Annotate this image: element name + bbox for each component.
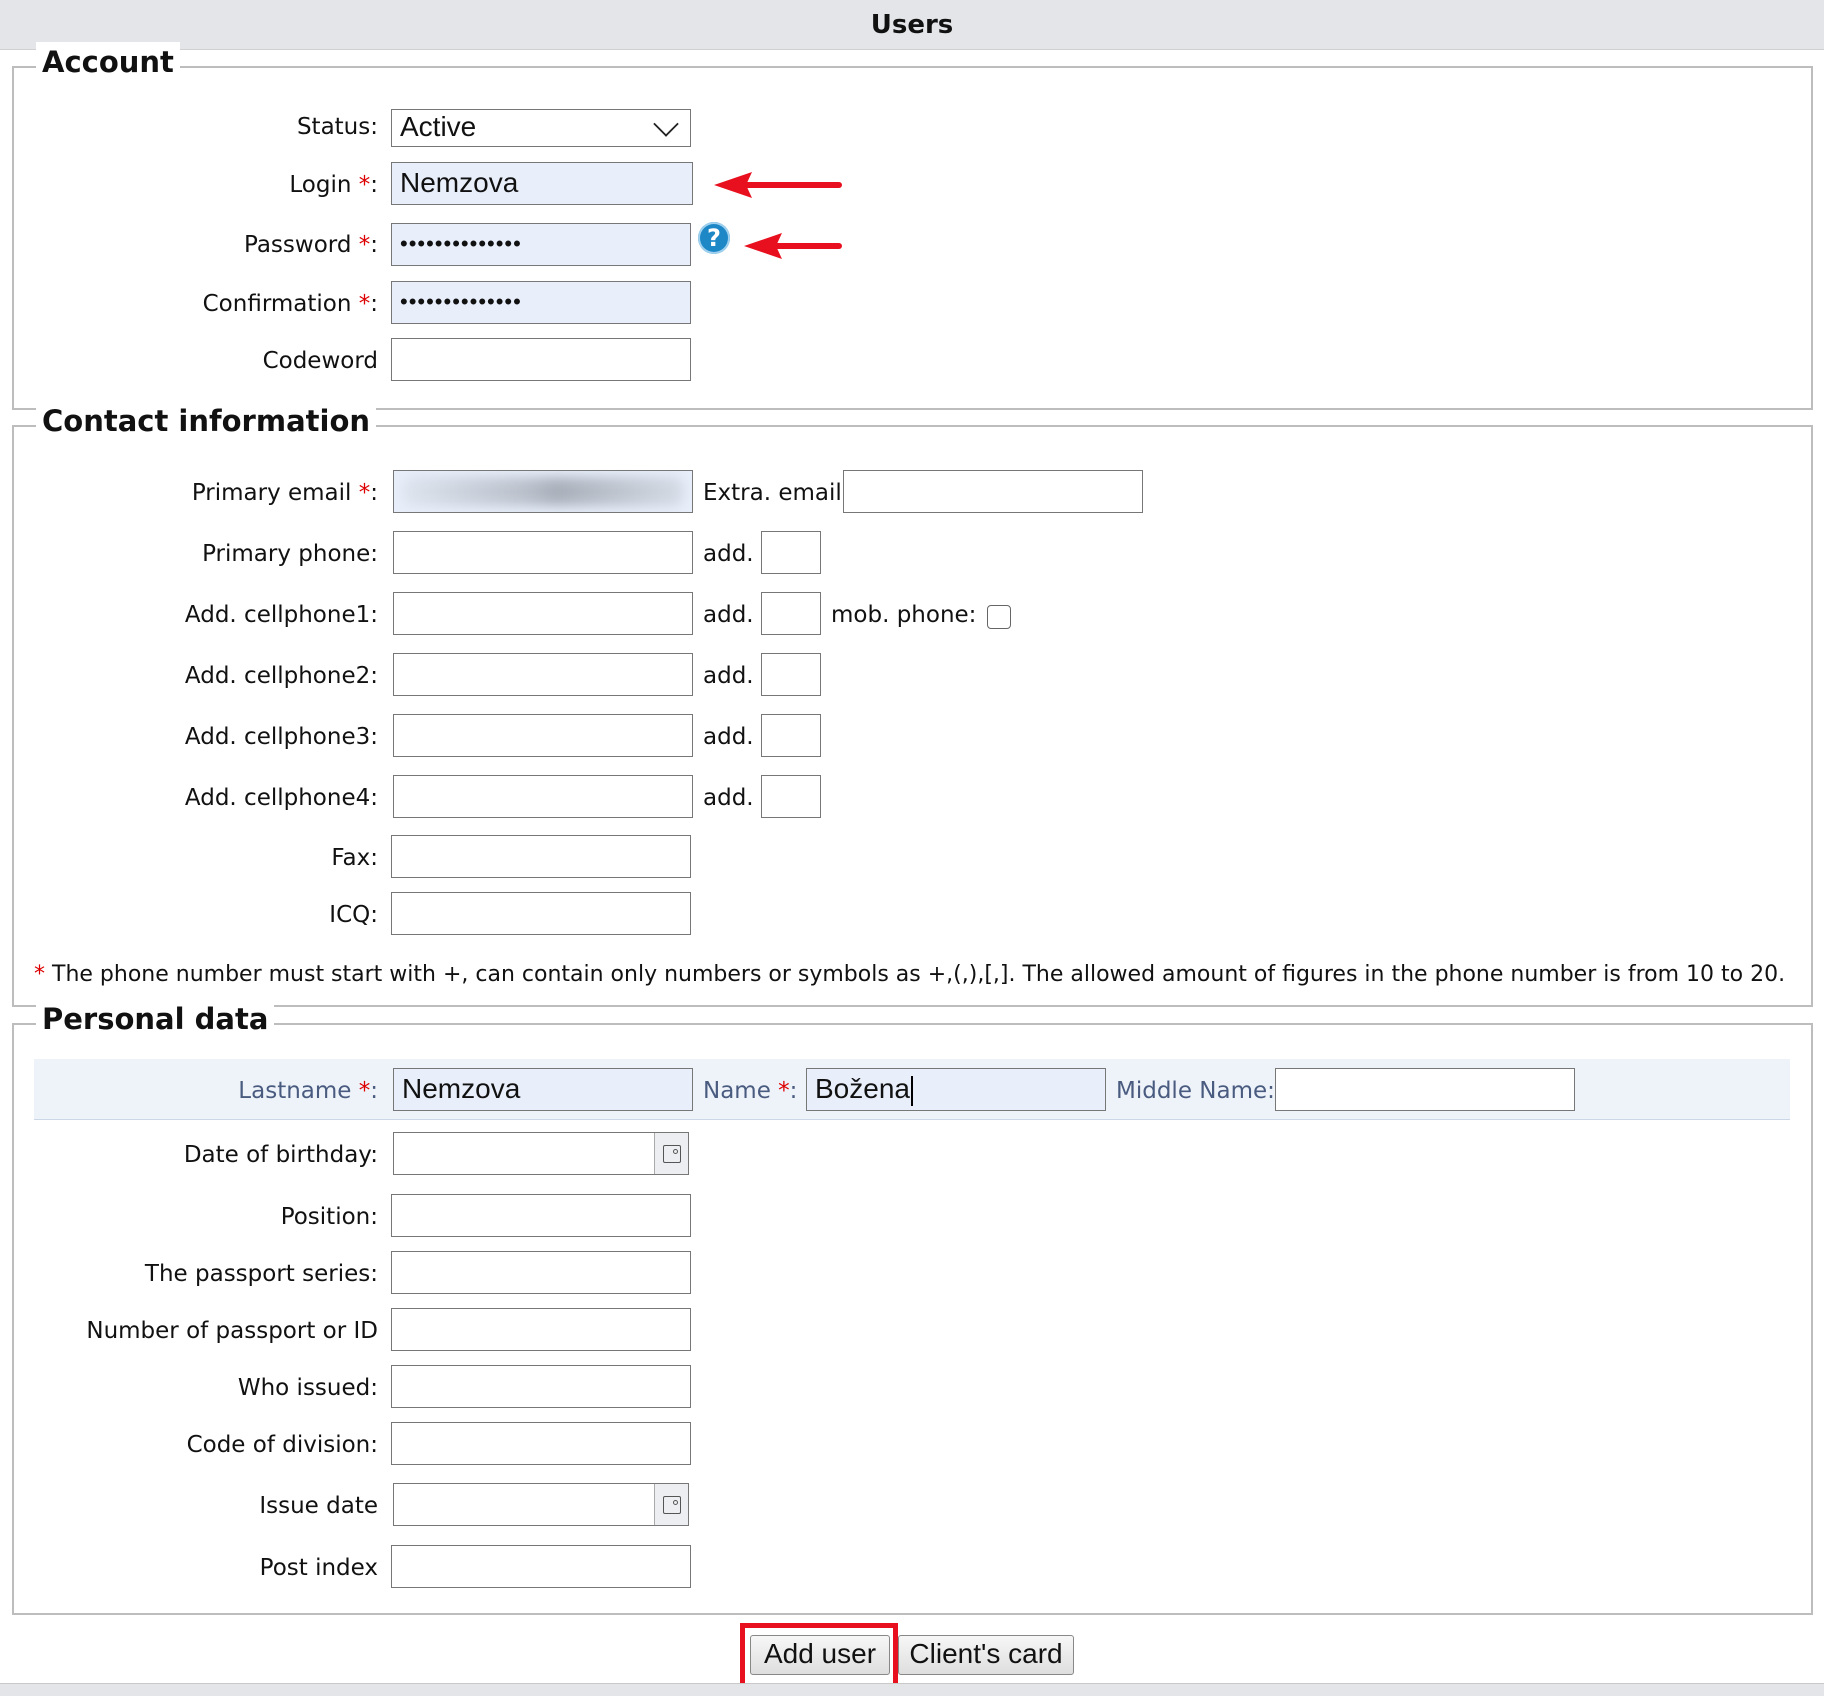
passport-series-input[interactable] [391, 1251, 691, 1294]
issue-date-input[interactable] [393, 1483, 689, 1526]
primary-email-input[interactable] [393, 470, 693, 513]
birthday-input[interactable] [393, 1132, 689, 1175]
passport-number-label: Number of passport or ID [86, 1318, 378, 1344]
position-label: Position: [280, 1204, 378, 1230]
codeword-label: Codeword [262, 348, 378, 374]
cell2-add-label: add. [703, 663, 754, 689]
cell1-add-input[interactable] [761, 592, 821, 635]
lastname-input[interactable]: Nemzova [393, 1068, 693, 1111]
cell3-add-input[interactable] [761, 714, 821, 757]
clients-card-button[interactable]: Client's card [898, 1635, 1074, 1675]
who-issued-input[interactable] [391, 1365, 691, 1408]
lastname-label: Lastname *: [238, 1078, 378, 1104]
position-input[interactable] [391, 1194, 691, 1237]
division-code-input[interactable] [391, 1422, 691, 1465]
confirmation-input[interactable]: •••••••••••••• [391, 281, 691, 324]
cell3-label: Add. cellphone3: [184, 724, 378, 750]
post-index-input[interactable] [391, 1545, 691, 1588]
cell1-label: Add. cellphone1: [184, 602, 378, 628]
cell3-input[interactable] [393, 714, 693, 757]
cell4-add-label: add. [703, 785, 754, 811]
bottom-bar [0, 1683, 1824, 1696]
post-index-label: Post index [259, 1555, 378, 1581]
primary-email-label: Primary email *: [191, 480, 378, 506]
mob-phone-label: mob. phone: [831, 602, 977, 628]
phone-format-note: * The phone number must start with +, ca… [34, 962, 1786, 987]
cell4-add-input[interactable] [761, 775, 821, 818]
confirmation-label: Confirmation *: [202, 291, 378, 317]
icq-input[interactable] [391, 892, 691, 935]
cell2-add-input[interactable] [761, 653, 821, 696]
cell4-input[interactable] [393, 775, 693, 818]
fax-label: Fax: [331, 845, 378, 871]
middle-name-input[interactable] [1275, 1068, 1575, 1111]
cell3-add-label: add. [703, 724, 754, 750]
contact-legend: Contact information [36, 401, 377, 441]
help-icon[interactable]: ? [698, 222, 730, 254]
codeword-input[interactable] [391, 338, 691, 381]
extra-email-input[interactable] [843, 470, 1143, 513]
cell1-input[interactable] [393, 592, 693, 635]
chevron-down-icon [653, 111, 679, 137]
primary-phone-add-input[interactable] [761, 531, 821, 574]
cell4-label: Add. cellphone4: [184, 785, 378, 811]
primary-phone-add-label: add. [703, 541, 754, 567]
passport-series-label: The passport series: [144, 1261, 378, 1287]
password-input[interactable]: •••••••••••••• [391, 223, 691, 266]
icq-label: ICQ: [329, 902, 378, 928]
cell2-label: Add. cellphone2: [184, 663, 378, 689]
annotation-arrow-icon [714, 172, 842, 198]
issue-date-label: Issue date [259, 1493, 378, 1519]
primary-phone-input[interactable] [393, 531, 693, 574]
annotation-highlight-box [740, 1623, 898, 1689]
status-select[interactable]: Active [391, 109, 691, 147]
primary-phone-label: Primary phone: [202, 541, 378, 567]
account-legend: Account [36, 42, 180, 82]
mob-phone-checkbox[interactable] [987, 605, 1011, 629]
birthday-label: Date of birthday: [183, 1142, 378, 1168]
password-label: Password *: [244, 232, 378, 258]
status-value: Active [400, 111, 477, 142]
fax-input[interactable] [391, 835, 691, 878]
name-label: Name *: [703, 1078, 798, 1104]
page-title: Users [0, 0, 1824, 50]
division-code-label: Code of division: [186, 1432, 378, 1458]
login-label: Login *: [289, 172, 378, 198]
calendar-icon[interactable] [654, 1133, 688, 1174]
annotation-arrow-icon [744, 233, 842, 259]
status-label: Status: [296, 114, 378, 140]
login-input[interactable]: Nemzova [391, 162, 693, 205]
cell2-input[interactable] [393, 653, 693, 696]
calendar-icon[interactable] [654, 1484, 688, 1525]
middle-name-label: Middle Name: [1116, 1078, 1275, 1104]
who-issued-label: Who issued: [237, 1375, 378, 1401]
text-cursor [910, 1075, 913, 1106]
name-input[interactable]: Božena [806, 1068, 1106, 1111]
cell1-add-label: add. [703, 602, 754, 628]
passport-number-input[interactable] [391, 1308, 691, 1351]
personal-legend: Personal data [36, 999, 275, 1039]
extra-email-label: Extra. email [703, 480, 842, 506]
